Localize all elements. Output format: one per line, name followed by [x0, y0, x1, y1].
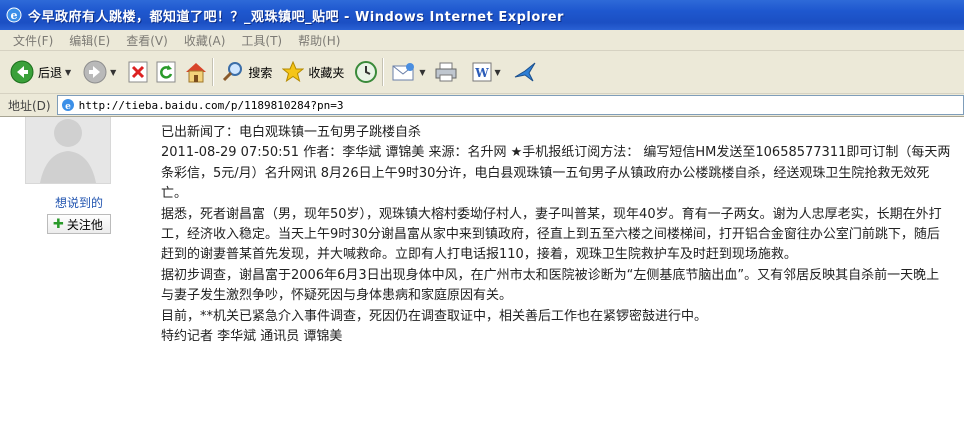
refresh-icon: [156, 61, 176, 83]
back-label: 后退: [38, 65, 63, 80]
svg-text:e: e: [65, 102, 71, 112]
page-content: 想说到的 ✚ 关注他 已出新闻了：电白观珠镇一五旬男子跳楼自杀 2011-08-…: [0, 117, 964, 423]
back-arrow-icon: [10, 60, 34, 84]
favorites-button[interactable]: 收藏夹: [282, 55, 344, 89]
avatar[interactable]: [25, 117, 111, 184]
post-line: 特约记者 李华斌 通讯员 谭锦美: [161, 329, 343, 345]
home-button[interactable]: [184, 55, 208, 89]
search-button[interactable]: 搜索: [222, 55, 272, 89]
refresh-button[interactable]: [156, 55, 176, 89]
default-avatar-icon: [26, 117, 110, 183]
post-line: 目前，**机关已紧急介入事件调查，死因仍在调查取证中，相关善后工作也在紧锣密鼓进…: [161, 308, 708, 324]
menu-favorites[interactable]: 收藏(A): [183, 32, 227, 49]
search-icon: [223, 62, 243, 82]
messenger-button[interactable]: [513, 55, 537, 89]
mail-button[interactable]: ▼: [392, 55, 426, 89]
follow-label: 关注他: [66, 217, 103, 232]
edit-button[interactable]: W ▼: [472, 55, 501, 89]
forward-arrow-icon: [83, 60, 107, 84]
stop-button[interactable]: [128, 55, 148, 89]
page-icon: e: [61, 99, 74, 112]
menu-edit[interactable]: 编辑(E): [68, 32, 111, 49]
post-line: 已出新闻了：电白观珠镇一五旬男子跳楼自杀: [161, 125, 422, 140]
toolbar-separator: [382, 58, 385, 86]
address-url: http://tieba.baidu.com/p/1189810284?pn=3: [78, 98, 344, 112]
address-bar: 地址(D) e http://tieba.baidu.com/p/1189810…: [0, 94, 964, 117]
favorites-label: 收藏夹: [308, 65, 345, 80]
print-button[interactable]: [434, 55, 458, 89]
search-label: 搜索: [248, 65, 273, 80]
post-line: 据初步调查，谢昌富于2006年6月3日出现身体中风，在广州市太和医院被诊断为“左…: [161, 267, 940, 304]
bird-icon: [514, 62, 536, 82]
menu-tools[interactable]: 工具(T): [240, 32, 283, 49]
toolbar-separator: [212, 58, 215, 86]
mail-icon: [392, 63, 415, 81]
plus-icon: ✚: [53, 216, 64, 232]
forward-button[interactable]: ▼: [83, 55, 116, 89]
forward-dropdown-icon[interactable]: ▼: [110, 68, 116, 77]
post-line: 据悉，死者谢昌富（男，现年50岁），观珠镇大榕村委坳仔村人，妻子叫普某，现年40…: [161, 206, 942, 263]
address-input[interactable]: e http://tieba.baidu.com/p/1189810284?pn…: [56, 95, 964, 115]
svg-text:e: e: [11, 9, 18, 22]
menu-help[interactable]: 帮助(H): [297, 32, 341, 49]
post-body: 已出新闻了：电白观珠镇一五旬男子跳楼自杀 2011-08-29 07:50:51…: [161, 123, 951, 347]
back-button[interactable]: 后退 ▼: [10, 55, 71, 89]
post-line: 2011-08-29 07:50:51 作者：李华斌 谭锦美 来源：名升网 ★手…: [161, 145, 951, 202]
follow-button[interactable]: ✚ 关注他: [47, 214, 111, 234]
history-icon: [355, 61, 378, 83]
menu-view[interactable]: 查看(V): [125, 32, 169, 49]
username-link[interactable]: 想说到的: [55, 194, 103, 211]
window-titlebar: e 今早政府有人跳楼，都知道了吧！？_观珠镇吧_贴吧 - Windows Int…: [0, 0, 964, 30]
star-icon: [282, 61, 305, 83]
toolbar: 后退 ▼ ▼ 搜索 收藏夹 ▼ W ▼: [0, 51, 964, 94]
history-button[interactable]: [354, 55, 378, 89]
stop-icon: [128, 61, 148, 83]
mail-dropdown-icon[interactable]: ▼: [419, 68, 425, 77]
menu-bar: 文件(F) 编辑(E) 查看(V) 收藏(A) 工具(T) 帮助(H): [0, 30, 964, 51]
home-icon: [186, 63, 207, 83]
window-title: 今早政府有人跳楼，都知道了吧！？_观珠镇吧_贴吧 - Windows Inter…: [28, 9, 564, 25]
printer-icon: [435, 62, 457, 82]
address-label: 地址(D): [8, 98, 51, 113]
svg-text:W: W: [474, 66, 489, 80]
back-dropdown-icon[interactable]: ▼: [65, 68, 71, 77]
ie-icon: e: [6, 7, 22, 23]
word-icon: W: [472, 62, 492, 82]
edit-dropdown-icon[interactable]: ▼: [495, 68, 501, 77]
menu-file[interactable]: 文件(F): [12, 32, 54, 49]
